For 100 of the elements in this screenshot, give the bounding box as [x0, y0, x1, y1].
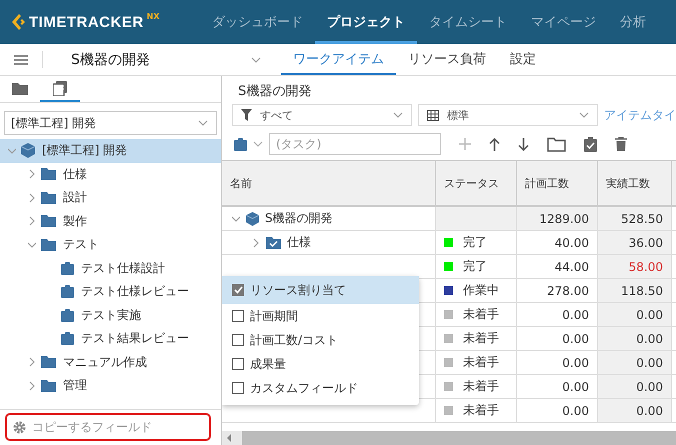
checkbox[interactable]: [232, 334, 244, 346]
menu-item[interactable]: カスタムフィールド: [222, 376, 419, 400]
tree-item[interactable]: テスト仕様設計: [0, 256, 221, 280]
folder-icon: [41, 356, 56, 368]
table-cell: 1289.00: [517, 207, 598, 230]
chevron-icon: [579, 112, 589, 118]
project-select[interactable]: S機器の開発: [42, 51, 281, 68]
tree-item[interactable]: テスト: [0, 233, 221, 256]
tree-item-label: テスト仕様設計: [81, 260, 165, 277]
sub-tab[interactable]: ワークアイテム: [281, 44, 396, 75]
table-cell: 0.00: [598, 351, 672, 374]
checkbox[interactable]: [232, 358, 244, 370]
tree-item[interactable]: テスト結果レビュー: [0, 327, 221, 350]
folder-icon: [12, 82, 28, 94]
table-cell: 0.00: [598, 303, 672, 326]
menu-item[interactable]: 計画期間: [222, 304, 419, 328]
clipboard-icon: [61, 308, 74, 322]
menu-item[interactable]: 成果量: [222, 352, 419, 376]
table-cell: 36.00: [598, 231, 672, 254]
sub-tab[interactable]: 設定: [498, 44, 548, 75]
item-name: 仕様: [287, 234, 311, 251]
list-icon: [53, 80, 67, 96]
checkbox[interactable]: [232, 310, 244, 322]
chevron-icon[interactable]: [252, 238, 260, 248]
chevron-icon[interactable]: [28, 216, 36, 226]
table-cell: 0.00: [598, 375, 672, 398]
logo-icon: [10, 13, 26, 31]
task-name-field[interactable]: (タスク): [269, 133, 441, 155]
chevron-icon: [393, 112, 403, 118]
up-arrow-icon[interactable]: [489, 138, 500, 150]
task-type-icon[interactable]: [234, 138, 247, 150]
table-row[interactable]: S機器の開発 1289.00 528.50: [222, 207, 676, 231]
nav-tab[interactable]: タイムシート: [417, 0, 519, 44]
filter-select[interactable]: すべて: [232, 104, 412, 126]
menu-icon[interactable]: [14, 54, 28, 64]
tree-item[interactable]: 仕様: [0, 162, 221, 186]
chevron-icon[interactable]: [232, 214, 240, 224]
table-cell: 58.00: [598, 255, 672, 278]
status-text: 未着手: [463, 306, 499, 323]
sub-tab[interactable]: リソース負荷: [396, 44, 498, 75]
tree-item[interactable]: テスト仕様レビュー: [0, 280, 221, 304]
column-header[interactable]: 実績工数: [598, 161, 672, 205]
checkbox[interactable]: [232, 284, 244, 296]
status-text: 未着手: [463, 354, 499, 371]
filter-icon: [241, 109, 252, 121]
nav-tab[interactable]: マイページ: [519, 0, 608, 44]
tree-item[interactable]: 設計: [0, 186, 221, 210]
gear-icon: [13, 420, 26, 434]
tree-item-label: マニュアル作成: [63, 354, 147, 371]
folder-icon: [41, 168, 56, 180]
page-title: S機器の開発: [237, 83, 312, 101]
tree-item-label: テスト結果レビュー: [81, 330, 189, 348]
chevron-icon[interactable]: [28, 192, 36, 203]
menu-item[interactable]: 計画工数/コスト: [222, 328, 419, 352]
tree-item-label: 仕様: [63, 166, 87, 183]
nav-tab[interactable]: ダッシュボード: [200, 0, 315, 44]
nav-tab[interactable]: 分析: [608, 0, 658, 44]
package-icon: [246, 212, 259, 226]
tree-item-label: [標準工程] 開発: [42, 142, 128, 160]
column-header[interactable]: ステータス: [436, 161, 517, 205]
column-header[interactable]: 名前: [222, 161, 436, 205]
delete-icon[interactable]: [615, 137, 627, 151]
status-text: 完了: [463, 258, 487, 275]
clipboard-check-icon[interactable]: [584, 136, 597, 152]
column-header[interactable]: 計画工数: [517, 161, 598, 205]
view-select[interactable]: 標準: [418, 104, 598, 126]
tree-item[interactable]: 製作: [0, 210, 221, 233]
filter-value: すべて: [260, 108, 294, 122]
chevron-icon: [251, 56, 261, 62]
chevron-icon[interactable]: [28, 169, 36, 180]
table-cell: 118.50: [598, 279, 672, 302]
clipboard-icon: [61, 332, 74, 346]
nav-tab[interactable]: プロジェクト: [315, 0, 417, 44]
chevron-icon[interactable]: [28, 357, 36, 368]
table-cell: 0.00: [598, 327, 672, 350]
tree-item[interactable]: 管理: [0, 374, 221, 398]
folder-icon[interactable]: [547, 136, 566, 152]
chevron-icon[interactable]: [253, 141, 263, 147]
tree-item[interactable]: テスト実施: [0, 304, 221, 327]
clipboard-icon: [61, 262, 74, 275]
menu-item[interactable]: リソース割り当て: [222, 276, 419, 304]
checkbox[interactable]: [232, 382, 244, 394]
down-arrow-icon[interactable]: [518, 138, 529, 150]
status-text: 完了: [463, 234, 487, 251]
package-icon: [21, 143, 35, 158]
status-text: 作業中: [463, 282, 499, 299]
scroll-left-icon[interactable]: [226, 434, 232, 442]
logo-suffix: NX: [146, 12, 160, 20]
table-row[interactable]: 仕様 完了 40.00 36.00: [222, 231, 676, 255]
tree-item-label: 設計: [63, 189, 87, 206]
tree-item[interactable]: [標準工程] 開発: [0, 139, 221, 162]
tree-item-label: テスト仕様レビュー: [81, 283, 189, 300]
checked-folder-icon: [266, 236, 281, 248]
chevron-icon[interactable]: [28, 240, 36, 250]
grid-icon: [427, 110, 439, 120]
checkmark-icon: [234, 286, 242, 294]
process-select[interactable]: [標準工程] 開発: [4, 111, 217, 135]
tree-item[interactable]: マニュアル作成: [0, 350, 221, 374]
chevron-icon[interactable]: [28, 380, 36, 391]
table-cell: 528.50: [598, 207, 672, 230]
